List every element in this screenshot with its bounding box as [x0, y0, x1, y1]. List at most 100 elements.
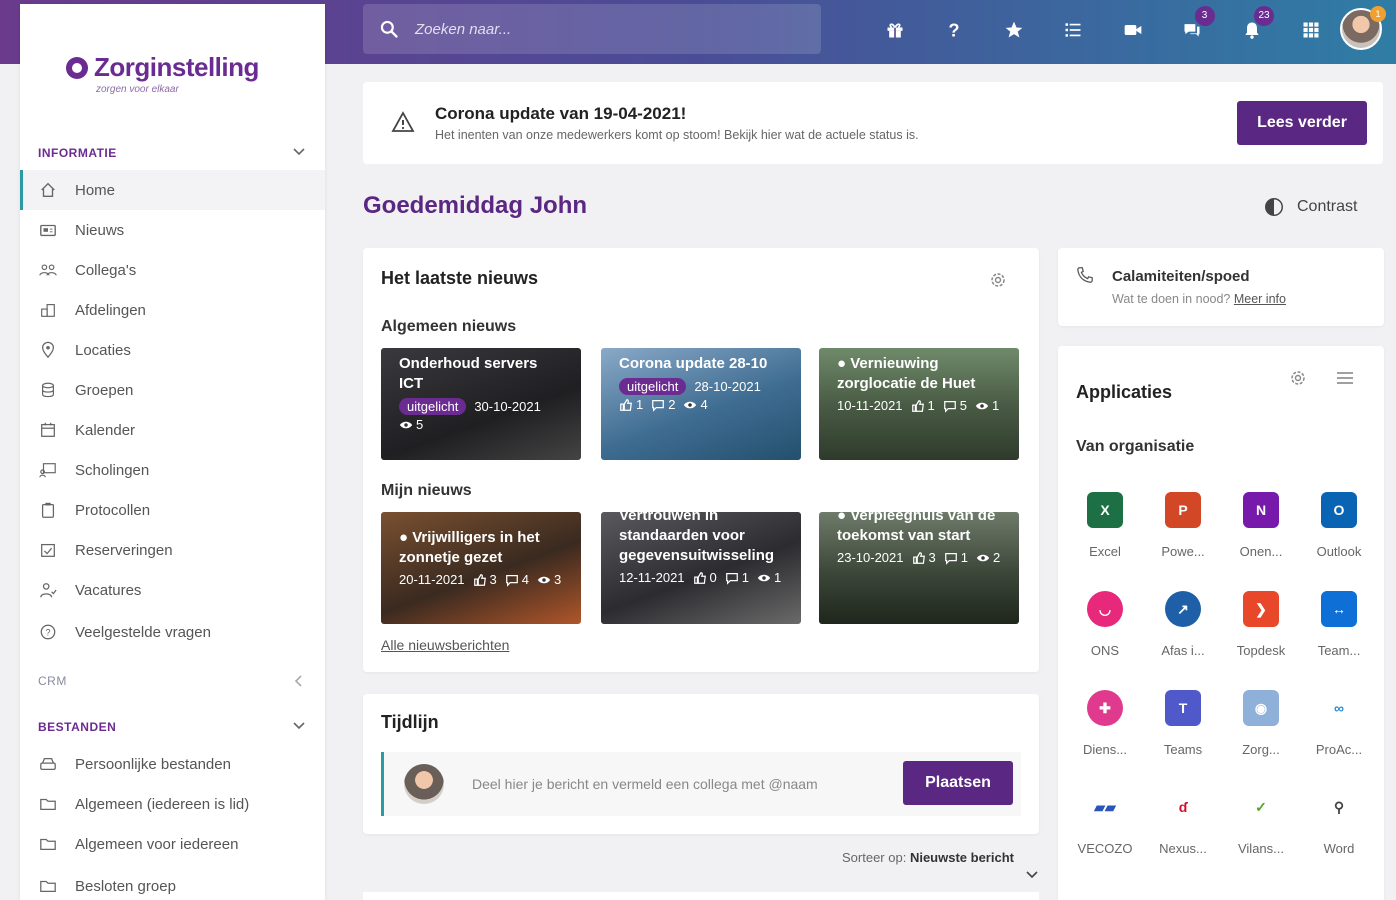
chat-button[interactable]: 3: [1163, 6, 1223, 50]
search-icon: [380, 20, 398, 38]
tasks-button[interactable]: [1044, 10, 1104, 50]
app-label: VECOZO: [1077, 841, 1133, 856]
app-tile[interactable]: P Powe...: [1144, 492, 1222, 582]
sidebar-item-afdelingen[interactable]: Afdelingen: [20, 290, 325, 330]
section-bestanden[interactable]: BESTANDEN: [38, 720, 116, 734]
sidebar-item-reserveringen[interactable]: Reserveringen: [20, 530, 325, 570]
sidebar-item-label: Besloten groep: [75, 877, 176, 895]
faq-icon: ?: [38, 622, 58, 642]
news-tile[interactable]: Onderhoud servers ICT uitgelicht 30-10-2…: [381, 348, 581, 460]
app-tile[interactable]: T Teams: [1144, 690, 1222, 780]
app-icon: X: [1087, 492, 1123, 528]
applications-title: Applicaties: [1076, 382, 1173, 402]
chevron-down-icon[interactable]: [292, 145, 306, 159]
sidebar-item-label: Persoonlijke bestanden: [75, 755, 231, 773]
post-input[interactable]: Deel hier je bericht en vermeld een coll…: [472, 776, 818, 792]
sidebar-item-protocollen[interactable]: Protocollen: [20, 490, 325, 530]
sidebar-item-folder[interactable]: Algemeen (iedereen is lid): [20, 784, 325, 824]
logo[interactable]: Zorginstelling: [66, 52, 259, 83]
app-label: Vilans...: [1237, 841, 1284, 856]
news-tile[interactable]: ● Vrijwilligers in het zonnetje gezet 20…: [381, 512, 581, 624]
app-icon: ◉: [1243, 690, 1279, 726]
thumbs-up-icon: [912, 551, 925, 564]
news-tile[interactable]: ● Verpleeghuis van de toekomst van start…: [819, 512, 1019, 624]
chat-badge: 3: [1194, 6, 1215, 26]
sidebar-item-home[interactable]: Home: [20, 170, 325, 210]
section-informatie[interactable]: INFORMATIE: [38, 146, 117, 160]
sidebar-item-groepen[interactable]: Groepen: [20, 370, 325, 410]
warning-icon: [391, 111, 415, 132]
menu-icon[interactable]: [1334, 368, 1356, 388]
notifications-button[interactable]: 23: [1222, 6, 1282, 50]
sidebar-item-kalender[interactable]: Kalender: [20, 410, 325, 450]
likes-count: 3: [473, 572, 497, 587]
gear-icon[interactable]: [1288, 368, 1308, 388]
news-tile[interactable]: Vertrouwen in standaarden voor gegevensu…: [601, 512, 801, 624]
sidebar-item-label: Algemeen (iedereen is lid): [75, 795, 250, 813]
gear-icon[interactable]: [988, 270, 1008, 290]
sidebar-item-folder[interactable]: Besloten groep: [20, 866, 325, 900]
logo-tagline: zorgen voor elkaar: [96, 84, 179, 95]
chevron-left-icon[interactable]: [292, 674, 306, 688]
comments-count: 1: [725, 570, 749, 585]
thumbs-up-icon: [620, 398, 632, 411]
apps-grid-button[interactable]: [1282, 10, 1342, 50]
app-tile[interactable]: N Onen...: [1222, 492, 1300, 582]
thumbs-up-icon: [911, 399, 924, 412]
app-tile[interactable]: ✚ Diens...: [1066, 690, 1144, 780]
sidebar-item-label: Scholingen: [75, 461, 150, 479]
top-icons: ? 3 23: [865, 6, 1342, 50]
sidebar-item-persoonlijke-bestanden[interactable]: Persoonlijke bestanden: [20, 744, 325, 784]
more-info-link[interactable]: Meer info: [1234, 292, 1286, 306]
sidebar-item-vacatures[interactable]: Vacatures: [20, 570, 325, 610]
app-tile[interactable]: ❯ Topdesk: [1222, 591, 1300, 681]
app-icon: N: [1243, 492, 1279, 528]
sidebar-item-scholingen[interactable]: Scholingen: [20, 450, 325, 490]
training-icon: [38, 460, 58, 480]
app-icon: P: [1165, 492, 1201, 528]
gift-button[interactable]: [865, 10, 925, 50]
app-tile[interactable]: ▰▰ VECOZO: [1066, 789, 1144, 879]
video-button[interactable]: [1103, 10, 1163, 50]
favorites-button[interactable]: [984, 10, 1044, 50]
app-label: Nexus...: [1159, 841, 1207, 856]
app-tile[interactable]: ↔ Team...: [1300, 591, 1378, 681]
sidebar-item-locaties[interactable]: Locaties: [20, 330, 325, 370]
sidebar-item-label: Locaties: [75, 341, 131, 359]
post-button[interactable]: Plaatsen: [903, 761, 1013, 805]
views-count: 1: [757, 570, 781, 585]
sidebar-item-faq[interactable]: ? Veelgestelde vragen: [20, 612, 325, 652]
chevron-down-icon[interactable]: [292, 719, 306, 733]
likes-count: 1: [619, 397, 643, 412]
app-tile[interactable]: ɗ Nexus...: [1144, 789, 1222, 879]
sidebar-item-label: Nieuws: [75, 221, 125, 239]
news-date: 10-11-2021: [837, 398, 903, 413]
news-tile-title: Onderhoud servers ICT: [399, 355, 538, 392]
app-tile[interactable]: ◡ ONS: [1066, 591, 1144, 681]
all-news-link[interactable]: Alle nieuwsberichten: [381, 637, 509, 653]
app-tile[interactable]: O Outlook: [1300, 492, 1378, 582]
sort-selector[interactable]: Sorteer op: Nieuwste bericht: [842, 850, 1014, 865]
user-avatar[interactable]: 1: [1340, 6, 1386, 50]
app-tile[interactable]: ⚲ Word: [1300, 789, 1378, 879]
sidebar-item-folder[interactable]: Algemeen voor iedereen: [20, 824, 325, 864]
app-tile[interactable]: ✓ Vilans...: [1222, 789, 1300, 879]
sidebar-item-nieuws[interactable]: Nieuws: [20, 210, 325, 250]
app-tile[interactable]: ↗ Afas i...: [1144, 591, 1222, 681]
news-tile[interactable]: Corona update 28-10 uitgelicht 28-10-202…: [601, 348, 801, 460]
news-tile[interactable]: ● Vernieuwing zorglocatie de Huet 10-11-…: [819, 348, 1019, 460]
contrast-toggle[interactable]: Contrast: [1263, 196, 1357, 218]
app-tile[interactable]: X Excel: [1066, 492, 1144, 582]
sidebar-item-collegas[interactable]: Collega's: [20, 250, 325, 290]
eye-icon: [976, 554, 990, 561]
app-tile[interactable]: ◉ Zorg...: [1222, 690, 1300, 780]
section-crm[interactable]: CRM: [38, 674, 67, 688]
sidebar-item-label: Protocollen: [75, 501, 151, 519]
post-composer[interactable]: Deel hier je bericht en vermeld een coll…: [381, 752, 1021, 816]
help-button[interactable]: ?: [925, 10, 985, 50]
app-tile[interactable]: ∞ ProAc...: [1300, 690, 1378, 780]
chevron-down-icon[interactable]: [1025, 868, 1039, 882]
eye-icon: [975, 402, 989, 409]
read-more-button[interactable]: Lees verder: [1237, 101, 1367, 145]
search-input[interactable]: Zoeken naar...: [363, 4, 821, 54]
